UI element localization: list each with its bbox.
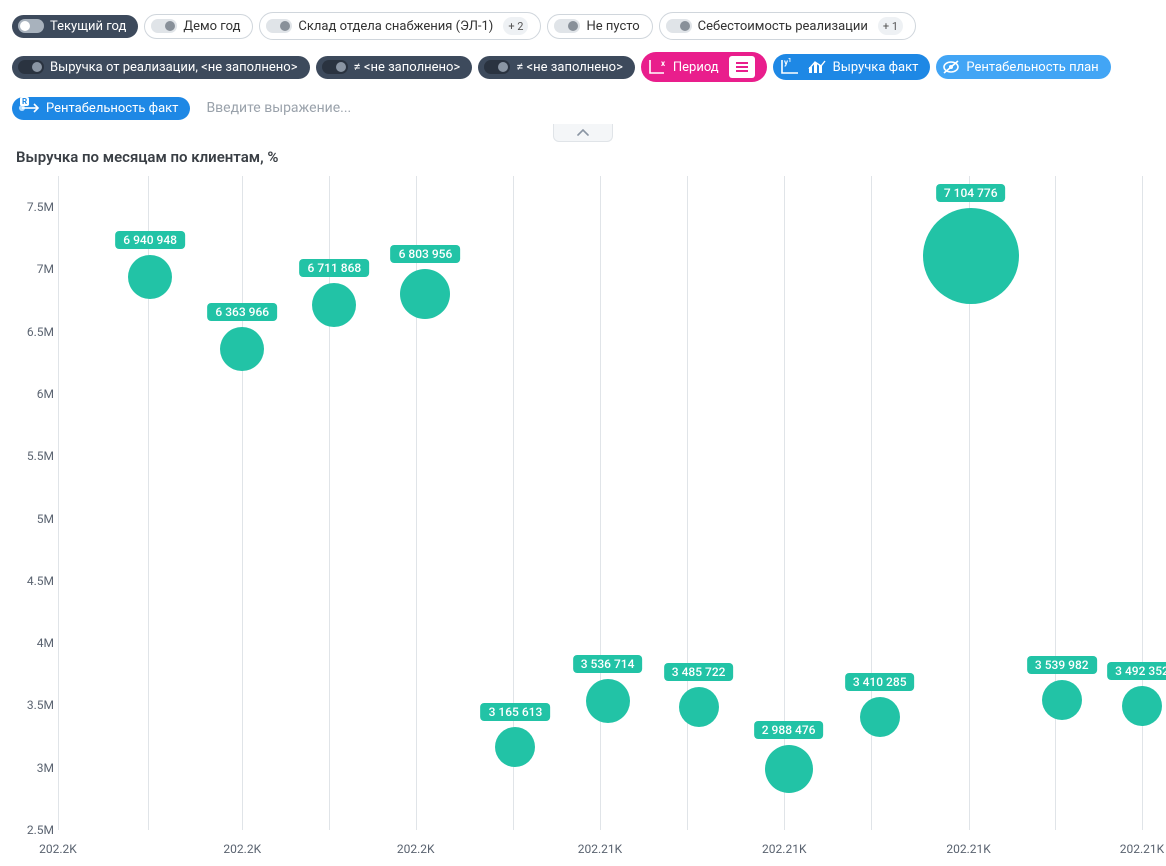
y-axis-tick: 7.5M (14, 200, 54, 214)
collapse-toolbar-button[interactable] (553, 124, 613, 142)
gridline (1055, 176, 1056, 830)
filter-pill-revenue-from-sales[interactable]: Выручка от реализации, <не заполнено> (12, 56, 310, 79)
gridline (242, 176, 243, 830)
data-point-label: 6 711 868 (300, 259, 370, 277)
data-point[interactable] (495, 727, 535, 767)
filter-pill-ne-2[interactable]: ≠ <не заполнено> (478, 56, 635, 79)
toggle-icon (666, 19, 692, 33)
data-point-label: 6 940 948 (115, 231, 185, 249)
x-axis-tick: 202.2K (39, 842, 77, 856)
x-axis-tick: 202.21K (762, 842, 806, 856)
gridline (58, 176, 59, 830)
expression-input[interactable]: Введите выражение... (196, 94, 1154, 122)
filter-pill-demo-year[interactable]: Демо год (144, 14, 253, 39)
toggle-icon (554, 19, 580, 33)
pill-label: Рентабельность план (966, 60, 1098, 75)
toggle-icon (18, 60, 44, 74)
x-axis-tick: 202.2K (223, 842, 261, 856)
pill-label: Выручка факт (833, 60, 919, 75)
y-axis-tick: 7M (14, 262, 54, 276)
gridline (687, 176, 688, 830)
data-point[interactable] (400, 269, 450, 319)
svg-text:y1: y1 (784, 58, 791, 67)
data-point[interactable] (586, 679, 630, 723)
filter-count-badge: + 1 (878, 17, 903, 35)
y-axis-tick: 6M (14, 387, 54, 401)
data-point[interactable] (679, 687, 719, 727)
data-point[interactable] (312, 283, 356, 327)
pill-label: Склад отдела снабжения (ЭЛ-1) (298, 19, 493, 34)
data-point[interactable] (128, 255, 172, 299)
y-axis-tick: 5.5M (14, 449, 54, 463)
options-icon[interactable] (729, 56, 755, 78)
filter-pill-current-year[interactable]: Текущий год (12, 15, 138, 38)
toggle-icon (151, 19, 177, 33)
chart-title: Выручка по месяцам по клиентам, % (16, 148, 1152, 166)
filter-pill-cost-of-sales[interactable]: Себестоимость реализации + 1 (659, 12, 916, 40)
data-point-label: 3 536 714 (573, 655, 643, 673)
data-point[interactable] (220, 327, 264, 371)
y-axis-tick: 4.5M (14, 574, 54, 588)
chevron-up-icon (577, 129, 589, 137)
toggle-icon (266, 19, 292, 33)
y-axis-tick: 2.5M (14, 823, 54, 837)
data-point-label: 3 485 722 (664, 663, 734, 681)
pill-label: ≠ <не заполнено> (354, 60, 461, 75)
data-point[interactable] (923, 208, 1019, 304)
filter-pill-ne-1[interactable]: ≠ <не заполнено> (316, 56, 473, 79)
data-point-label: 7 104 776 (936, 184, 1006, 202)
filter-pill-profitability-fact[interactable]: RРентабельность факт (12, 97, 190, 120)
chart-container: Выручка по месяцам по клиентам, % 6 940 … (0, 148, 1166, 866)
data-point-label: 3 165 613 (481, 703, 551, 721)
data-point-label: 3 492 352 (1107, 662, 1166, 680)
filter-pill-supply-warehouse[interactable]: Склад отдела снабжения (ЭЛ-1) + 2 (259, 12, 541, 40)
y-axis-tick: 3.5M (14, 698, 54, 712)
data-point[interactable] (1042, 680, 1082, 720)
y-axis-tick: 6.5M (14, 325, 54, 339)
filter-pill-period[interactable]: x Период (641, 52, 767, 82)
data-point-label: 3 539 982 (1027, 656, 1097, 674)
scatter-plot[interactable]: 6 940 948 6 363 966 6 711 868 6 803 956 3 16… (14, 176, 1152, 856)
data-point[interactable] (860, 697, 900, 737)
y-axis-tick: 3M (14, 761, 54, 775)
toggle-icon (484, 60, 510, 74)
gridline (1142, 176, 1143, 830)
data-point-label: 6 803 956 (391, 245, 461, 263)
filter-pill-revenue-fact[interactable]: y1 Выручка факт (773, 54, 931, 80)
pill-label: Демо год (183, 19, 240, 34)
svg-text:x: x (661, 59, 666, 68)
data-point-label: 2 988 476 (754, 721, 824, 739)
filter-pill-not-empty[interactable]: Не пусто (547, 14, 652, 39)
toggle-icon (322, 60, 348, 74)
toggle-icon (18, 19, 44, 33)
pill-label: Не пусто (586, 19, 639, 34)
x-axis-tick: 202.21K (1120, 842, 1164, 856)
filter-pill-profitability-plan[interactable]: Рентабельность план (936, 55, 1110, 79)
pill-label: Текущий год (50, 19, 126, 34)
y-axis-tick: 4M (14, 636, 54, 650)
x-axis-tick: 202.21K (578, 842, 622, 856)
pill-label: ≠ <не заполнено> (516, 60, 623, 75)
filter-count-badge: + 2 (503, 17, 528, 35)
data-point-label: 6 363 966 (207, 303, 277, 321)
data-point-label: 3 410 285 (845, 673, 915, 691)
filter-toolbar: Текущий год Демо год Склад отдела снабжени… (0, 0, 1166, 130)
y-axis-tick: 5M (14, 512, 54, 526)
pill-label: Себестоимость реализации (698, 19, 868, 34)
gridline (600, 176, 601, 830)
pill-label: Период (673, 60, 719, 75)
x-axis-tick: 202.21K (946, 842, 990, 856)
pill-label: Выручка от реализации, <не заполнено> (50, 60, 298, 75)
x-axis-tick: 202.2K (397, 842, 435, 856)
data-point[interactable] (765, 745, 813, 793)
pill-label: Рентабельность факт (46, 101, 178, 116)
data-point[interactable] (1122, 686, 1162, 726)
